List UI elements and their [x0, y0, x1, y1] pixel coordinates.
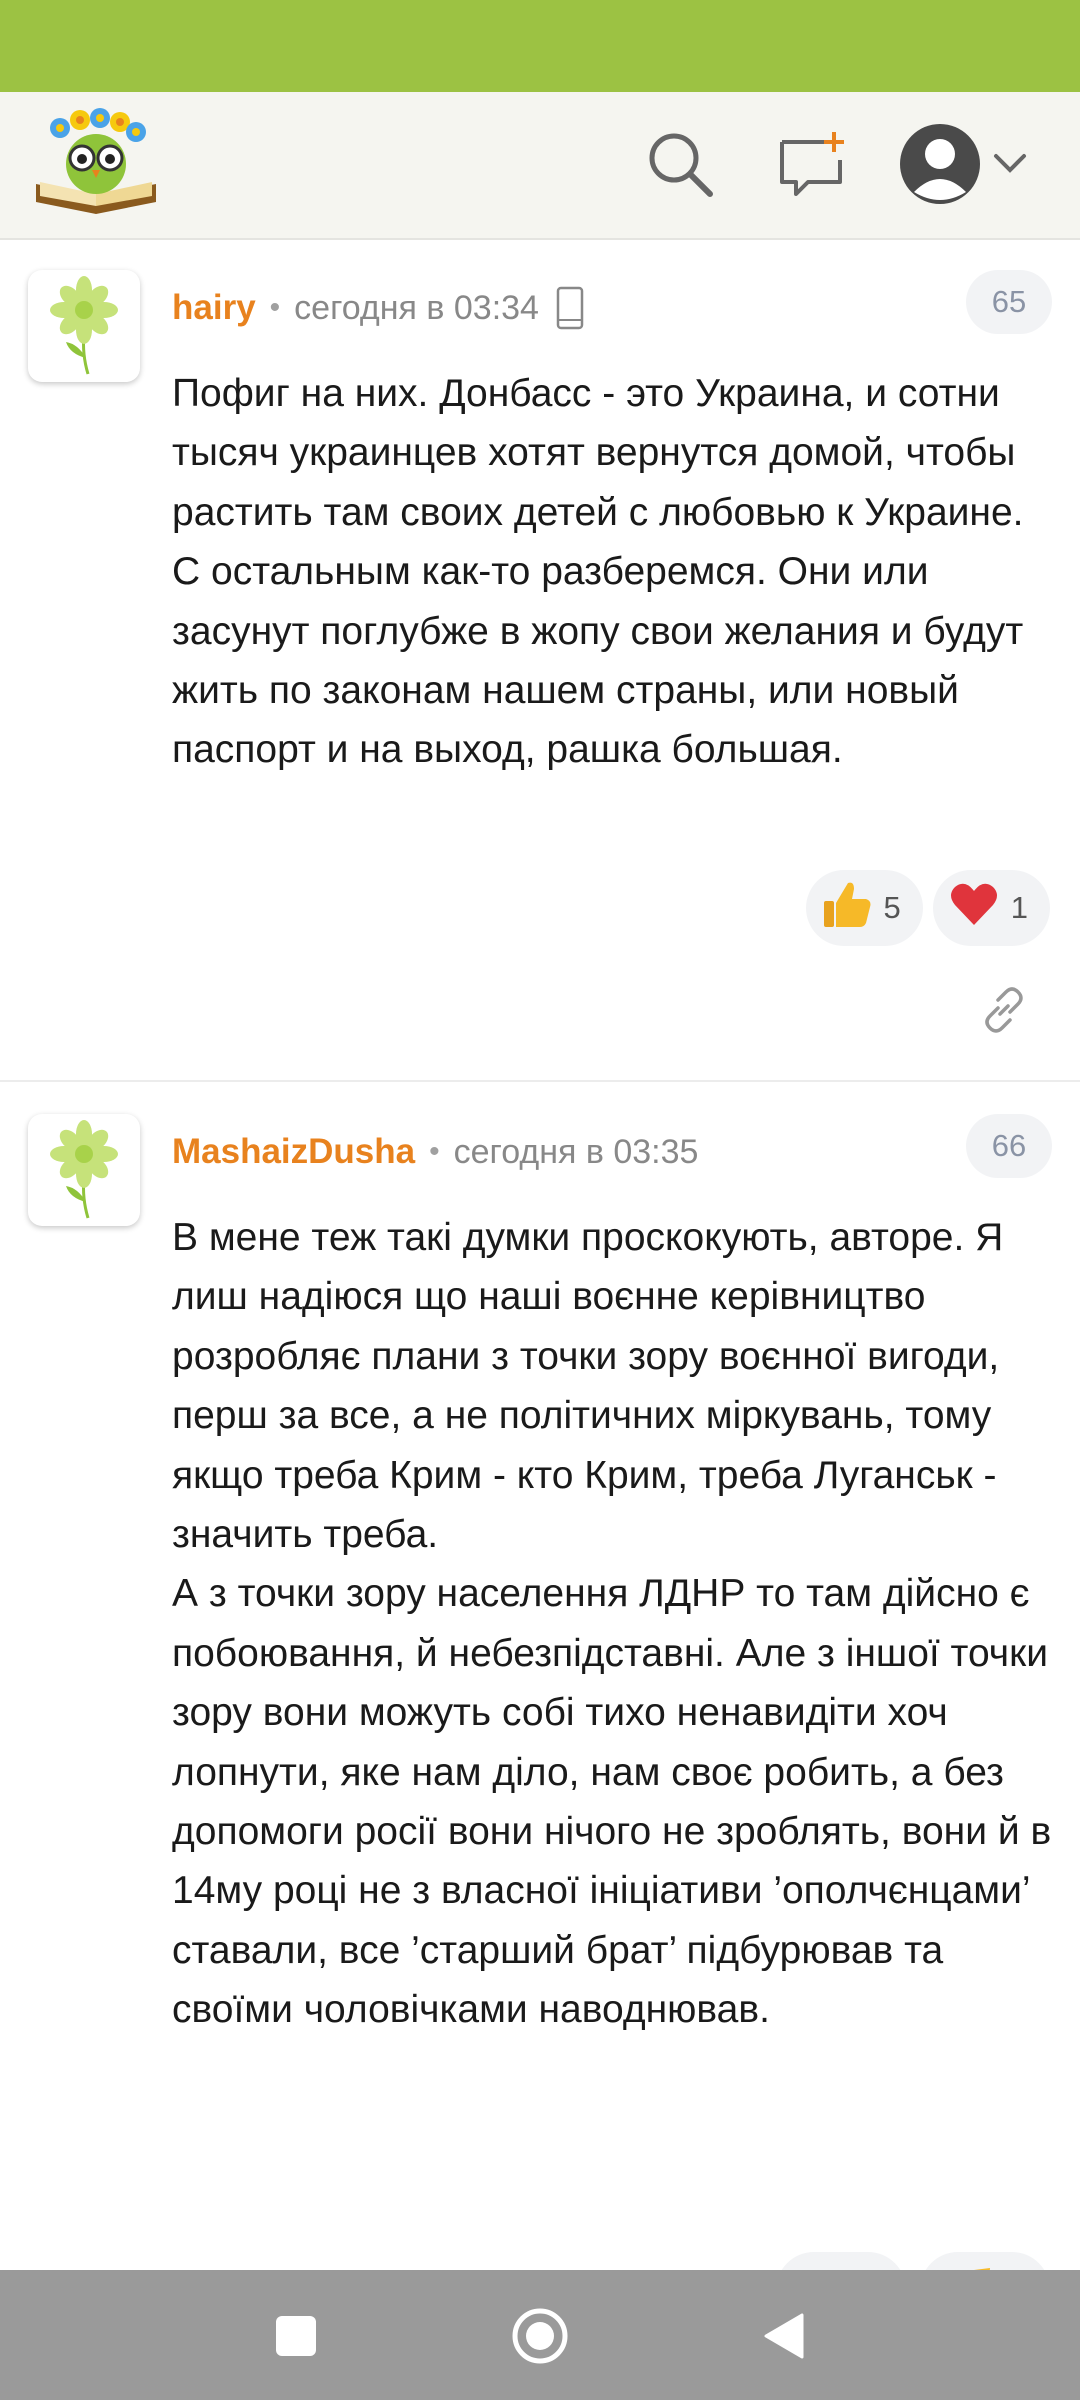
back-triangle-icon[interactable]	[748, 2300, 820, 2372]
comment-number[interactable]: 65	[966, 270, 1052, 334]
author-name[interactable]: hairy	[172, 288, 256, 328]
reaction-thumbs-up[interactable]: 5	[805, 870, 923, 946]
comment-time: сегодня в 03:34	[294, 288, 539, 327]
comment-text: Пофиг на них. Донбасс - это Украина, и с…	[172, 372, 1035, 772]
avatar[interactable]	[28, 1114, 140, 1226]
comment-time: сегодня в 03:35	[453, 1132, 699, 1171]
reaction-heart[interactable]: 1	[932, 870, 1050, 946]
separator-dot: •	[429, 1135, 440, 1168]
mobile-phone-icon	[555, 286, 585, 330]
owl-book-logo-icon[interactable]	[30, 106, 162, 216]
comment-meta: MashaizDusha • сегодня в 03:35	[172, 1126, 698, 1178]
comment: MashaizDusha • сегодня в 03:35 66 В мене…	[0, 1086, 1080, 2292]
user-menu-button[interactable]	[896, 114, 1056, 214]
reaction-count: 1	[1010, 890, 1028, 925]
heart-icon	[947, 877, 1001, 939]
comment-number[interactable]: 66	[966, 1114, 1052, 1178]
avatar[interactable]	[28, 270, 140, 382]
comment-text: В мене теж такі думки проскокують, автор…	[172, 1216, 1052, 2032]
comment: hairy • сегодня в 03:34 65 Пофиг на них.…	[0, 242, 1080, 1082]
system-nav-bar	[0, 2270, 1080, 2400]
reaction-count: 5	[883, 890, 901, 925]
reactions: 5 1	[805, 870, 1050, 946]
thumbs-up-icon	[820, 877, 874, 939]
square-icon[interactable]	[260, 2300, 332, 2372]
circle-home-icon[interactable]	[504, 2300, 576, 2372]
app-header	[0, 92, 1080, 240]
separator-dot: •	[269, 291, 281, 324]
search-icon[interactable]	[638, 122, 722, 206]
new-topic-icon[interactable]	[770, 122, 854, 206]
link-icon[interactable]	[974, 980, 1034, 1040]
status-bar	[0, 0, 1080, 92]
author-name[interactable]: MashaizDusha	[172, 1132, 415, 1172]
comment-meta: hairy • сегодня в 03:34	[172, 282, 585, 334]
